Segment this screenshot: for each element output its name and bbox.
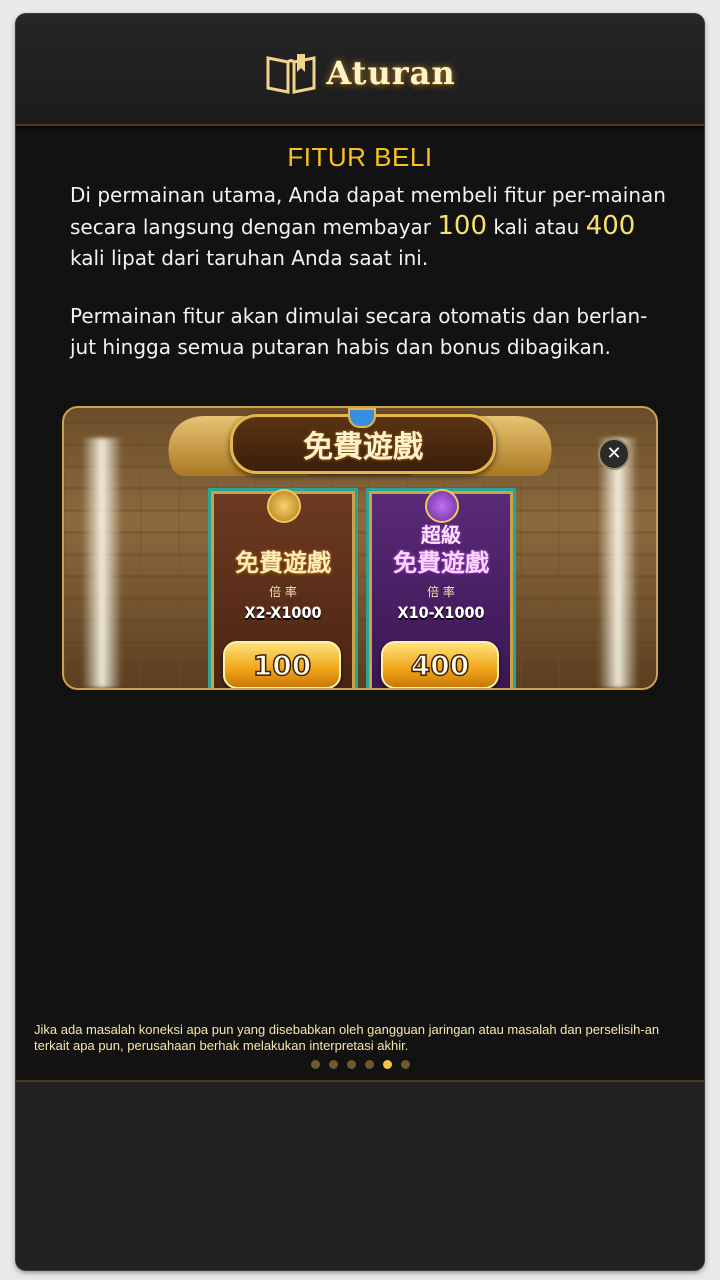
buy-100-button[interactable]: 100 [223, 641, 341, 688]
page-dot[interactable] [328, 1060, 338, 1069]
multiplier-label: 倍 率 [427, 585, 455, 599]
super-free-game-card[interactable]: 超級 免費遊戲 倍 率 X10-X1000 400 [366, 488, 516, 688]
lightning-glow-right [598, 438, 638, 688]
desc-text-2: kali atau [487, 215, 586, 239]
page-dot[interactable] [310, 1060, 320, 1069]
page-dot[interactable] [400, 1060, 410, 1069]
disclaimer-text: Jika ada masalah koneksi apa pun yang di… [34, 1022, 660, 1053]
price-400-highlight: 400 [585, 211, 636, 241]
feature-auto-start-text: Permainan fitur akan dimulai secara otom… [70, 304, 648, 359]
price-label: 400 [410, 648, 470, 683]
free-game-card[interactable]: 免費遊戲 倍 率 X2-X1000 100 [208, 488, 358, 688]
close-icon[interactable]: ✕ [598, 438, 630, 470]
lightning-glow-left [82, 438, 122, 688]
rules-panel: Aturan FITUR BELI Di permainan utama, An… [16, 14, 704, 1270]
multiplier-range: X2-X1000 [244, 603, 322, 622]
scarab-icon [425, 489, 459, 523]
gem-ornament [348, 408, 376, 428]
card-title: 免費遊戲 [235, 548, 331, 577]
price-100-highlight: 100 [437, 211, 488, 241]
header: Aturan [16, 14, 704, 126]
page-dot-active[interactable] [382, 1060, 392, 1069]
desc-text-3: kali lipat dari taruhan Anda saat ini. [70, 246, 429, 270]
section-title: FITUR BELI [287, 142, 433, 172]
header-title-group: Aturan [16, 48, 704, 98]
bottom-bar [16, 1080, 704, 1270]
buy-400-button[interactable]: 400 [381, 641, 499, 688]
page-dot[interactable] [364, 1060, 374, 1069]
multiplier-range: X10-X1000 [397, 603, 485, 622]
banner-title: 免費遊戲 [303, 430, 423, 465]
multiplier-label: 倍 率 [269, 585, 297, 599]
price-label: 100 [252, 648, 312, 683]
page-title: Aturan [326, 54, 456, 92]
feature-description: Di permainan utama, Anda dapat membeli f… [70, 180, 670, 274]
page-indicator [16, 1060, 704, 1069]
buy-feature-banner: 免費遊戲 ✕ 免費遊戲 倍 率 X2-X1000 100 超級 免費遊戲 倍 率… [62, 406, 658, 690]
card-title: 免費遊戲 [393, 548, 489, 577]
open-book-icon [264, 50, 318, 96]
page-dot[interactable] [346, 1060, 356, 1069]
scarab-icon [267, 489, 301, 523]
